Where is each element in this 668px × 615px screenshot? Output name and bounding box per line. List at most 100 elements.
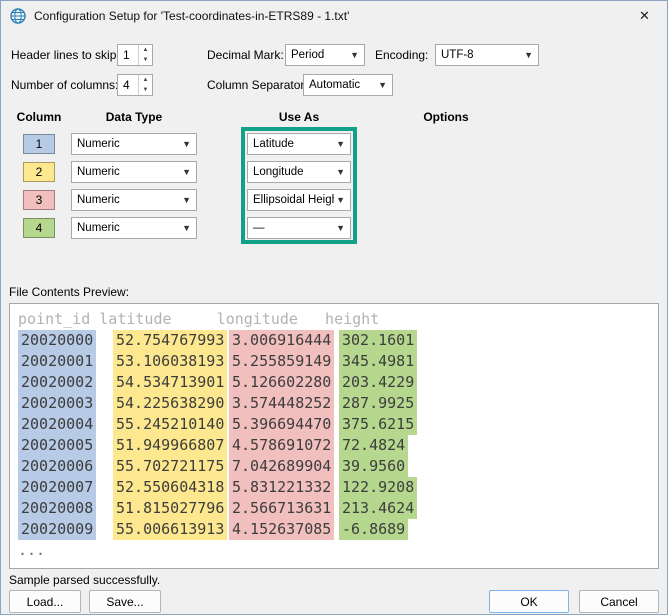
preview-data-row: 20020005 51.949966807 4.578691072 72.482… [18,435,658,456]
preview-cell: 5.126602280 [229,372,334,393]
data-type-header: Data Type [71,110,197,124]
preview-cell: 2.566713631 [229,498,334,519]
column-number-badge: 1 [23,134,55,154]
chevron-down-icon: ▼ [524,50,533,60]
preview-data-row: 20020001 53.106038193 5.255859149 345.49… [18,351,658,372]
decimal-mark-select[interactable]: Period ▼ [285,44,365,66]
spin-down-icon[interactable]: ▼ [139,85,152,95]
preview-cell: 51.949966807 [113,435,227,456]
preview-cell: 5.255859149 [229,351,334,372]
preview-data-row: 20020006 55.702721175 7.042689904 39.956… [18,456,658,477]
chevron-down-icon: ▼ [336,167,345,177]
encoding-label: Encoding: [375,44,428,66]
preview-data-row: 20020004 55.245210140 5.396694470 375.62… [18,414,658,435]
use-as-select[interactable]: — ▼ [247,217,351,239]
chevron-down-icon: ▼ [378,80,387,90]
preview-cell: 51.815027796 [113,498,227,519]
preview-cell: 20020004 [18,414,96,435]
data-type-select[interactable]: Numeric ▼ [71,217,197,239]
file-contents-preview[interactable]: point_id latitude longitude height 20020… [9,303,659,569]
data-type-select[interactable]: Numeric ▼ [71,189,197,211]
chevron-down-icon: ▼ [336,195,345,205]
use-as-select[interactable]: Longitude ▼ [247,161,351,183]
status-text: Sample parsed successfully. [9,573,160,587]
chevron-down-icon: ▼ [336,139,345,149]
options-header: Options [391,110,501,124]
preview-cell: 5.396694470 [229,414,334,435]
close-icon[interactable]: ✕ [622,1,667,31]
column-config-row: 4 Numeric ▼ — ▼ [1,215,667,243]
preview-truncation: ... [18,540,658,561]
preview-cell: 203.4229 [339,372,417,393]
preview-cell: 345.4981 [339,351,417,372]
preview-data-row: 20020003 54.225638290 3.574448252 287.99… [18,393,658,414]
spin-up-icon[interactable]: ▲ [139,45,152,55]
column-number-badge: 3 [23,190,55,210]
column-separator-select[interactable]: Automatic ▼ [303,74,393,96]
preview-cell: 3.006916444 [229,330,334,351]
chevron-down-icon: ▼ [336,223,345,233]
chevron-down-icon: ▼ [350,50,359,60]
column-number-badge: 2 [23,162,55,182]
chevron-down-icon: ▼ [182,223,191,233]
spin-up-icon[interactable]: ▲ [139,75,152,85]
use-as-select[interactable]: Ellipsoidal Height ▼ [247,189,351,211]
num-columns-value: 4 [123,75,130,95]
preview-cell: 213.4624 [339,498,417,519]
configuration-setup-dialog: Configuration Setup for 'Test-coordinate… [0,0,668,615]
encoding-value: UTF-8 [441,49,474,61]
preview-cell: 122.9208 [339,477,417,498]
preview-cell: 55.702721175 [113,456,227,477]
window-title: Configuration Setup for 'Test-coordinate… [34,9,349,23]
num-columns-spinner[interactable]: 4 ▲ ▼ [117,74,153,96]
preview-cell: 3.574448252 [229,393,334,414]
column-config-rows: 1 Numeric ▼ Latitude ▼ 2 Numeric ▼ Longi… [1,131,667,243]
header-lines-label: Header lines to skip: [11,44,120,66]
column-separator-value: Automatic [309,79,360,91]
spin-down-icon[interactable]: ▼ [139,55,152,65]
preview-cell: 20020009 [18,519,96,540]
preview-cell: 39.9560 [339,456,408,477]
column-config-row: 1 Numeric ▼ Latitude ▼ [1,131,667,159]
preview-cell: 4.152637085 [229,519,334,540]
preview-cell: 5.831221332 [229,477,334,498]
column-config-row: 2 Numeric ▼ Longitude ▼ [1,159,667,187]
preview-cell: 4.578691072 [229,435,334,456]
preview-data-row: 20020009 55.006613913 4.152637085 -6.868… [18,519,658,540]
preview-data-row: 20020002 54.534713901 5.126602280 203.42… [18,372,658,393]
preview-cell: 55.245210140 [113,414,227,435]
preview-cell: -6.8689 [339,519,408,540]
chevron-down-icon: ▼ [182,195,191,205]
encoding-select[interactable]: UTF-8 ▼ [435,44,539,66]
preview-cell: 7.042689904 [229,456,334,477]
preview-cell: 53.106038193 [113,351,227,372]
preview-cell: 287.9925 [339,393,417,414]
data-type-select[interactable]: Numeric ▼ [71,133,197,155]
preview-cell: 20020005 [18,435,96,456]
decimal-mark-value: Period [291,49,324,61]
preview-cell: 72.4824 [339,435,408,456]
preview-cell: 20020001 [18,351,96,372]
preview-label: File Contents Preview: [9,281,129,303]
cancel-button[interactable]: Cancel [579,590,659,613]
preview-header-line: point_id latitude longitude height [18,309,658,330]
globe-icon [10,8,26,24]
preview-cell: 20020007 [18,477,96,498]
use-as-select[interactable]: Latitude ▼ [247,133,351,155]
preview-cell: 20020002 [18,372,96,393]
preview-rows: 20020000 52.754767993 3.006916444 302.16… [18,330,658,540]
data-type-select[interactable]: Numeric ▼ [71,161,197,183]
ok-button[interactable]: OK [489,590,569,613]
chevron-down-icon: ▼ [182,167,191,177]
column-number-badge: 4 [23,218,55,238]
preview-cell: 20020003 [18,393,96,414]
preview-cell: 20020000 [18,330,96,351]
load-button[interactable]: Load... [9,590,81,613]
preview-cell: 54.225638290 [113,393,227,414]
preview-cell: 52.550604318 [113,477,227,498]
preview-cell: 54.534713901 [113,372,227,393]
save-button[interactable]: Save... [89,590,161,613]
header-lines-spinner[interactable]: 1 ▲ ▼ [117,44,153,66]
titlebar: Configuration Setup for 'Test-coordinate… [1,1,667,31]
preview-data-row: 20020007 52.550604318 5.831221332 122.92… [18,477,658,498]
